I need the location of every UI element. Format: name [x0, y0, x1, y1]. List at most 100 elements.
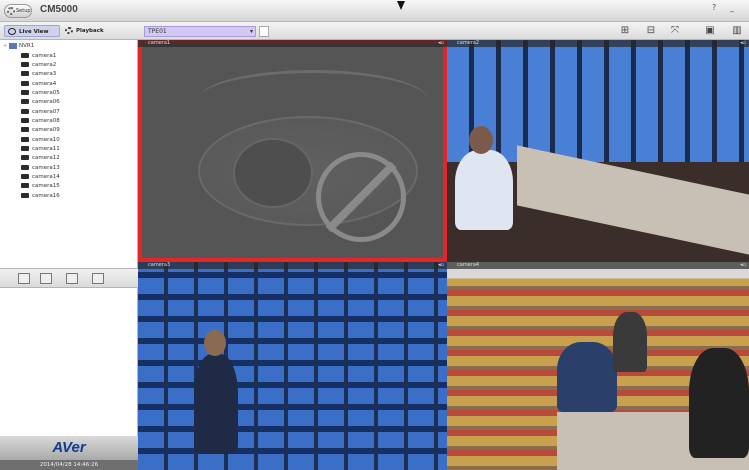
camera-icon [21, 81, 29, 86]
snapshot-icon[interactable]: ▣ [703, 25, 717, 37]
camera-icon [21, 146, 29, 151]
tile-label: camera2 [457, 40, 480, 46]
delete-icon[interactable]: ▥ [730, 25, 744, 37]
tree-camera[interactable]: camera15 [21, 182, 60, 190]
tree-camera-label: camera10 [32, 137, 60, 143]
clerk [689, 348, 749, 458]
tree-camera[interactable]: camera4 [21, 80, 56, 88]
group-bar: TPE01 ▾ ⊞ ⊟ ⤧ ▣ ▥ [138, 22, 749, 40]
camera-icon [21, 62, 29, 67]
tree-camera[interactable]: camera14 [21, 173, 60, 181]
guard [194, 354, 238, 454]
nvr-icon [9, 42, 17, 49]
tile-label: camera1 [148, 40, 171, 46]
group-select[interactable]: TPE01 ▾ [144, 26, 256, 37]
video-tile-camera4[interactable]: camera4 ◂▫ [447, 262, 749, 470]
setup-label: Setup [16, 8, 31, 14]
camera-icon [21, 155, 29, 160]
tree-camera[interactable]: camera11 [21, 145, 60, 153]
video-tile-camera1[interactable]: camera1 ◂▫ [138, 40, 447, 262]
tree-root-label: NVR1 [19, 43, 35, 49]
camera-icon [21, 137, 29, 142]
camera-icon [21, 127, 29, 132]
live-view-label: Live View [19, 29, 49, 35]
robber [557, 342, 617, 412]
tree-camera[interactable]: camera16 [21, 192, 60, 200]
tree-camera-label: camera4 [32, 81, 57, 87]
panel-toolbar [0, 268, 138, 288]
tree-camera-label: camera14 [32, 174, 60, 180]
tree-camera-label: camera15 [32, 183, 60, 189]
tree-camera[interactable]: camera1 [21, 52, 56, 60]
layout-custom-icon[interactable]: ⊟ [644, 25, 658, 37]
tree-camera[interactable]: camera2 [21, 61, 56, 69]
operator [455, 150, 513, 230]
tree-camera-label: camera1 [32, 53, 57, 59]
playback-tab[interactable]: Playback [62, 25, 112, 37]
tree-camera-label: camera11 [32, 146, 60, 152]
playback-label: Playback [76, 28, 104, 34]
desk [517, 145, 749, 255]
no-signal-icon [316, 152, 406, 242]
brand-area: AVer [0, 436, 138, 460]
tree-camera[interactable]: camera05 [21, 89, 60, 97]
robber-2 [613, 312, 647, 372]
operator-head [469, 126, 493, 154]
camera-icon [21, 109, 29, 114]
camera-icon [21, 174, 29, 179]
minimize-button[interactable]: _ [730, 3, 734, 12]
speaker-icon[interactable]: ◂▫ [438, 40, 444, 47]
camera-icon [21, 183, 29, 188]
camera-tree: + NVR1 camera1 camera2 camera3 camera4 ca… [0, 40, 138, 268]
tree-camera[interactable]: camera07 [21, 108, 60, 116]
camera-icon [21, 99, 29, 104]
tree-camera[interactable]: camera08 [21, 117, 60, 125]
group-select-value: TPE01 [148, 28, 167, 35]
tree-camera[interactable]: camera3 [21, 70, 56, 78]
ptz-icon[interactable] [40, 273, 52, 284]
chevron-down-icon: ▾ [249, 28, 253, 35]
eye-graphic [233, 138, 313, 208]
layout-grid-icon[interactable]: ⊞ [618, 25, 632, 37]
camera-icon [21, 193, 29, 198]
group-toggle[interactable] [259, 26, 269, 37]
tree-camera[interactable]: camera13 [21, 164, 60, 172]
help-button[interactable]: ? [712, 3, 716, 12]
tree-camera-label: camera13 [32, 165, 60, 171]
tree-camera[interactable]: camera09 [21, 126, 60, 134]
datetime-display: 2014/04/28 14:46:26 [0, 460, 138, 470]
tree-camera-label: camera06 [32, 99, 60, 105]
guard-head [204, 330, 226, 356]
tree-camera-label: camera12 [32, 155, 60, 161]
tree-root[interactable]: + NVR1 [3, 42, 34, 50]
mode-bar: Live View Playback [0, 22, 138, 40]
tree-camera-label: camera16 [32, 193, 60, 199]
tree-camera-label: camera08 [32, 118, 60, 124]
speaker-icon[interactable]: ◂▫ [740, 40, 746, 47]
camera-icon [21, 165, 29, 170]
tree-camera[interactable]: camera06 [21, 98, 60, 106]
title-bar: Setup CM5000 ? _ [0, 0, 749, 22]
tree-camera[interactable]: camera10 [21, 136, 60, 144]
setup-button[interactable]: Setup [4, 4, 32, 18]
video-tile-camera3[interactable]: camera3 ◂▫ [138, 262, 447, 470]
speaker-icon[interactable]: ◂▫ [438, 262, 444, 269]
tree-camera-label: camera3 [32, 71, 57, 77]
user-icon[interactable] [18, 273, 30, 284]
panel-body [0, 288, 138, 436]
live-view-tab[interactable]: Live View [4, 25, 60, 37]
fullscreen-icon[interactable]: ⤧ [668, 25, 682, 37]
tree-camera-label: camera09 [32, 127, 60, 133]
gear-icon [7, 7, 15, 15]
camera-icon [21, 71, 29, 76]
mouse-cursor-icon [397, 1, 405, 10]
camera-icon [21, 118, 29, 123]
speaker-icon[interactable]: ◂▫ [740, 262, 746, 269]
video-tile-camera2[interactable]: camera2 ◂▫ [447, 40, 749, 262]
film-reel-icon [65, 27, 73, 34]
camera-icon [21, 53, 29, 58]
emap-icon[interactable] [66, 273, 78, 284]
event-icon[interactable] [92, 273, 104, 284]
tree-camera[interactable]: camera12 [21, 154, 60, 162]
tree-camera-label: camera05 [32, 90, 60, 96]
